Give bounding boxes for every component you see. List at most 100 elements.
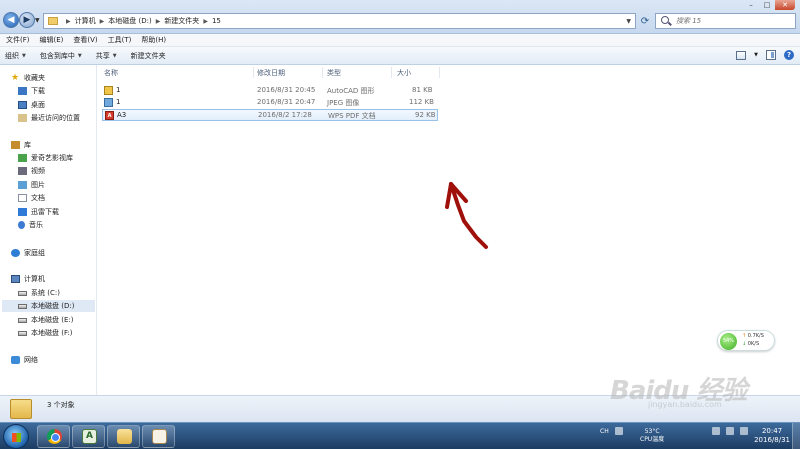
clock-time: 20:47 bbox=[761, 427, 783, 435]
file-row[interactable]: 1 2016/8/31 20:45 AutoCAD 图形 81 KB bbox=[102, 85, 438, 97]
file-list: 名称 修改日期 类型 大小 1 2016/8/31 20:45 AutoCAD … bbox=[98, 65, 800, 395]
cpu-temperature: 53°C CPU温度 bbox=[640, 428, 664, 444]
file-size: 81 KB bbox=[412, 86, 433, 94]
column-header-modified[interactable]: 修改日期 bbox=[257, 68, 285, 78]
sidebar-item-iqiyi[interactable]: 爱奇艺影视库 bbox=[18, 152, 73, 164]
include-library-label: 包含到库中 bbox=[39, 51, 75, 60]
file-row-selected[interactable]: A A3 2016/8/2 17:28 WPS PDF 文档 92 KB bbox=[102, 109, 438, 121]
new-folder-button[interactable]: 新建文件夹 bbox=[131, 51, 166, 61]
chevron-right-icon[interactable]: ▶ bbox=[203, 18, 208, 25]
volume-icon[interactable] bbox=[740, 427, 748, 435]
video-icon bbox=[18, 167, 27, 175]
upload-speed: ↑ 0.7K/S bbox=[742, 333, 764, 339]
column-divider[interactable] bbox=[439, 67, 440, 78]
sidebar-computer[interactable]: 计算机 bbox=[11, 273, 45, 285]
chevron-down-icon[interactable]: ▼ bbox=[626, 18, 631, 25]
sidebar-libraries[interactable]: 库 bbox=[11, 139, 31, 151]
help-icon[interactable]: ? bbox=[784, 50, 794, 60]
refresh-icon[interactable]: ⟳ bbox=[637, 13, 653, 29]
ime-indicator[interactable]: CH bbox=[600, 428, 609, 435]
memory-usage-badge: 54% bbox=[720, 333, 737, 350]
chevron-down-icon: ▼ bbox=[112, 52, 117, 59]
view-options-icon[interactable] bbox=[736, 50, 747, 60]
sidebar-homegroup[interactable]: 家庭组 bbox=[11, 247, 45, 259]
preview-pane-icon[interactable] bbox=[766, 50, 776, 60]
menu-edit[interactable]: 编辑(E) bbox=[40, 35, 64, 45]
organize-label: 组织 bbox=[5, 51, 19, 60]
sidebar-item-xunlei[interactable]: 迅雷下载 bbox=[18, 206, 59, 218]
item-count: 3 个对象 bbox=[47, 401, 75, 409]
show-desktop-button[interactable] bbox=[792, 423, 800, 449]
taskbar-autocad[interactable]: A bbox=[72, 425, 105, 448]
sidebar-label: 音乐 bbox=[29, 221, 43, 229]
taskbar-paint[interactable] bbox=[142, 425, 175, 448]
minimize-button[interactable]: – bbox=[743, 0, 759, 10]
sidebar-network[interactable]: 网络 bbox=[11, 354, 38, 366]
menu-help[interactable]: 帮助(H) bbox=[141, 35, 166, 45]
include-in-library-button[interactable]: 包含到库中 ▼ bbox=[40, 51, 82, 61]
tray-app-icon[interactable] bbox=[712, 427, 720, 435]
star-icon: ★ bbox=[11, 73, 20, 83]
breadcrumb-15[interactable]: 15 bbox=[212, 17, 221, 25]
column-header-type[interactable]: 类型 bbox=[327, 68, 341, 78]
navigation-pane: ★ 收藏夹 下载 桌面 最近访问的位置 库 爱奇艺影视库 视频 图片 文档 迅雷… bbox=[0, 65, 97, 395]
start-button[interactable] bbox=[3, 424, 29, 449]
recent-pages-dropdown[interactable]: ▼ bbox=[35, 17, 40, 24]
chevron-down-icon: ▼ bbox=[22, 52, 26, 59]
file-row[interactable]: 1 2016/8/31 20:47 JPEG 图像 112 KB bbox=[102, 97, 438, 109]
folder-icon bbox=[48, 17, 58, 25]
sidebar-favorites[interactable]: ★ 收藏夹 bbox=[11, 72, 45, 84]
sidebar-item-pictures[interactable]: 图片 bbox=[18, 179, 45, 191]
recent-places-icon bbox=[18, 114, 27, 122]
keyboard-icon[interactable] bbox=[614, 427, 623, 435]
sidebar-item-desktop[interactable]: 桌面 bbox=[18, 99, 45, 111]
taskbar-explorer[interactable] bbox=[107, 425, 140, 448]
arrow-up-icon: ↑ bbox=[742, 333, 747, 339]
back-button[interactable]: ◀ bbox=[3, 12, 19, 28]
breadcrumb-new-folder[interactable]: 新建文件夹 bbox=[164, 16, 199, 26]
chevron-right-icon[interactable]: ▶ bbox=[66, 18, 71, 25]
sidebar-item-videos[interactable]: 视频 bbox=[18, 165, 45, 177]
chevron-right-icon[interactable]: ▶ bbox=[100, 18, 105, 25]
menu-view[interactable]: 查看(V) bbox=[73, 35, 97, 45]
menu-file[interactable]: 文件(F) bbox=[6, 35, 30, 45]
maximize-button[interactable]: □ bbox=[759, 0, 775, 10]
breadcrumb-drive-d[interactable]: 本地磁盘 (D:) bbox=[108, 16, 151, 26]
sidebar-item-drive-f[interactable]: 本地磁盘 (F:) bbox=[18, 327, 73, 339]
music-icon bbox=[18, 221, 25, 229]
column-header-size[interactable]: 大小 bbox=[397, 68, 411, 78]
close-button[interactable]: ✕ bbox=[775, 0, 795, 10]
chevron-down-icon[interactable]: ▼ bbox=[754, 52, 758, 58]
column-divider[interactable] bbox=[253, 67, 254, 78]
taskbar-chrome[interactable] bbox=[37, 425, 70, 448]
organize-button[interactable]: 组织 ▼ bbox=[5, 51, 26, 61]
sidebar-item-drive-e[interactable]: 本地磁盘 (E:) bbox=[18, 314, 73, 326]
forward-button[interactable]: ▶ bbox=[19, 12, 35, 28]
command-bar: 组织 ▼ 包含到库中 ▼ 共享 ▼ 新建文件夹 ▼ ? bbox=[0, 47, 800, 65]
jpg-icon bbox=[104, 98, 113, 107]
network-tray-icon[interactable] bbox=[726, 427, 734, 435]
sidebar-label: 系统 (C:) bbox=[31, 289, 60, 297]
menu-tools[interactable]: 工具(T) bbox=[108, 35, 132, 45]
sidebar-item-documents[interactable]: 文档 bbox=[18, 192, 45, 204]
column-divider[interactable] bbox=[391, 67, 392, 78]
sidebar-item-music[interactable]: 音乐 bbox=[18, 219, 43, 231]
share-button[interactable]: 共享 ▼ bbox=[96, 51, 117, 61]
sidebar-label: 收藏夹 bbox=[24, 74, 45, 82]
search-input[interactable] bbox=[656, 14, 776, 28]
column-header-name[interactable]: 名称 bbox=[104, 68, 118, 78]
pictures-icon bbox=[18, 181, 27, 189]
sidebar-item-downloads[interactable]: 下载 bbox=[18, 85, 45, 97]
sidebar-item-drive-c[interactable]: 系统 (C:) bbox=[18, 287, 60, 299]
address-field[interactable]: ▶ 计算机 ▶ 本地磁盘 (D:) ▶ 新建文件夹 ▶ 15 ▼ bbox=[43, 13, 636, 29]
column-divider[interactable] bbox=[322, 67, 323, 78]
sidebar-item-recent[interactable]: 最近访问的位置 bbox=[18, 112, 80, 124]
chevron-right-icon[interactable]: ▶ bbox=[156, 18, 161, 25]
search-box[interactable] bbox=[655, 13, 796, 29]
breadcrumb-computer[interactable]: 计算机 bbox=[75, 16, 96, 26]
network-speed-widget[interactable]: 54% ↑ 0.7K/S ↓ 0K/S bbox=[717, 330, 775, 351]
sidebar-label: 最近访问的位置 bbox=[31, 114, 80, 122]
clock[interactable]: 20:47 2016/8/31 bbox=[754, 427, 790, 445]
iqiyi-library-icon bbox=[18, 154, 27, 162]
sidebar-item-drive-d[interactable]: 本地磁盘 (D:) bbox=[2, 300, 95, 312]
